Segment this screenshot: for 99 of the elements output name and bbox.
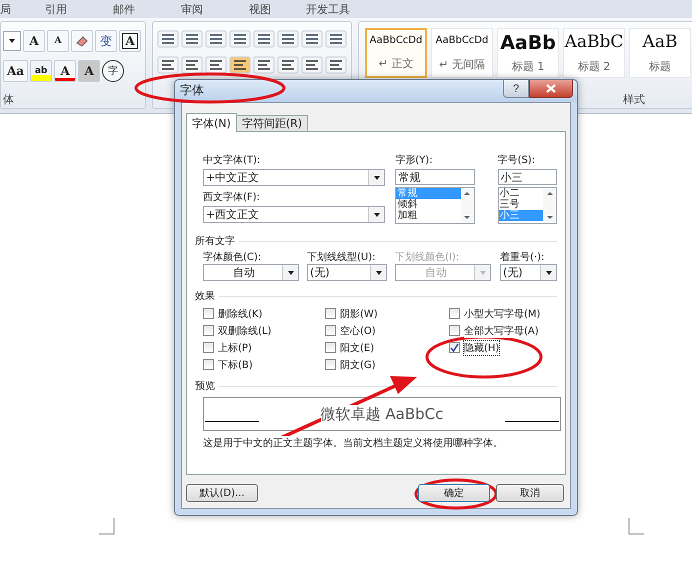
list-option[interactable]: 加粗 (396, 210, 461, 221)
field-label: 西文字体(F): (203, 191, 261, 204)
font-size-list[interactable]: 小二 三号 小三 (498, 187, 557, 224)
font-tool-button[interactable]: A (54, 60, 76, 82)
align-tool-icon[interactable] (229, 56, 251, 74)
checkbox-label: 双删除线(L) (218, 324, 272, 338)
field-label: 下划线线型(U): (307, 252, 376, 263)
field-label: 着重号(·): (500, 252, 544, 263)
dialog-button[interactable]: 默认(D)... (186, 484, 258, 502)
checkbox[interactable] (203, 342, 214, 353)
font-tool-button[interactable]: 变 (95, 30, 117, 52)
section-heading: 预览 (195, 380, 215, 393)
chinese-font-dropdown[interactable]: +中文正文 (203, 169, 386, 186)
font-style-list[interactable]: 常规 倾斜 加粗 (395, 187, 475, 224)
font-size-field[interactable] (3, 31, 21, 51)
field-label: 字形(Y): (395, 154, 434, 167)
checkbox[interactable] (203, 359, 214, 370)
dialog-tab[interactable]: 字体(N) (186, 113, 237, 132)
font-tool-button[interactable]: Aa (3, 60, 28, 82)
paragraph-tool-icon[interactable] (325, 30, 347, 48)
checkbox-label: 下标(B) (218, 358, 253, 372)
help-button[interactable]: ? (503, 80, 529, 98)
checkbox-label: 删除线(K) (218, 306, 262, 320)
section-heading: 效果 (195, 290, 215, 303)
style-gallery-item[interactable]: AaBbCcDd ↵ 正文 (365, 28, 427, 78)
western-font-dropdown[interactable]: +西文正文 (203, 206, 386, 223)
ribbon-tab[interactable]: 局 (0, 2, 22, 16)
section-heading: 所有文字 (195, 234, 235, 248)
font-tool-button[interactable]: A (23, 30, 45, 52)
field-label: 字号(S): (498, 154, 536, 167)
align-tool-icon[interactable] (325, 56, 347, 74)
dialog-title: 字体 (180, 82, 204, 99)
font-tool-button[interactable]: ab (30, 60, 52, 82)
checkbox[interactable] (203, 325, 214, 336)
ribbon-tab[interactable]: 审阅 (158, 2, 226, 16)
eraser-icon (75, 35, 89, 47)
checkbox[interactable] (325, 308, 336, 319)
align-tool-icon[interactable] (181, 56, 203, 74)
align-tool-icon[interactable] (157, 56, 179, 74)
field-label: 下划线颜色(I): (395, 252, 460, 263)
checkbox-label: 阴文(G) (340, 358, 376, 372)
font-tool-button[interactable]: A (78, 60, 100, 82)
style-gallery-item[interactable]: AaBb 标题 1 (497, 28, 559, 78)
dialog-button[interactable]: 取消 (496, 484, 564, 502)
paragraph-tool-icon[interactable] (301, 30, 323, 48)
checkbox-label: 阳文(E) (340, 340, 374, 354)
checkbox-label: 上标(P) (218, 340, 252, 354)
checkbox[interactable] (325, 342, 336, 353)
paragraph-tool-icon[interactable] (277, 30, 299, 48)
checkbox[interactable] (449, 325, 460, 336)
font-tool-button[interactable]: 字 (102, 60, 124, 82)
group-label: 体 (3, 92, 14, 107)
align-tool-icon[interactable] (301, 56, 323, 74)
option-dropdown[interactable]: (无) (500, 264, 557, 281)
list-option[interactable]: 三号 (498, 199, 543, 210)
checkbox-label: 全部大写字母(A) (464, 324, 539, 338)
style-gallery-item[interactable]: AaB 标题 (629, 28, 691, 78)
font-tool-button[interactable]: A (47, 30, 69, 52)
font-size-field[interactable]: 小三 (498, 169, 557, 185)
preview-sample: 微软卓越 AaBbCc (320, 404, 444, 424)
font-style-field[interactable]: 常规 (395, 169, 475, 185)
style-gallery-item[interactable]: AaBbCcDd ↵ 无间隔 (431, 28, 493, 78)
checkbox-label: 阴影(W) (340, 306, 378, 320)
align-tool-icon[interactable] (277, 56, 299, 74)
checkbox[interactable] (325, 325, 336, 336)
close-button[interactable] (529, 80, 573, 98)
style-gallery-item[interactable]: AaBbC 标题 2 (563, 28, 625, 78)
field-label: 字体颜色(C): (203, 252, 262, 263)
list-option[interactable]: 小二 (498, 188, 543, 199)
paragraph-tool-icon[interactable] (229, 30, 251, 48)
font-tool-button[interactable]: A (119, 30, 141, 52)
group-label: 样式 (623, 92, 645, 107)
list-option[interactable]: 倾斜 (396, 199, 461, 210)
checkbox[interactable] (449, 308, 460, 319)
option-dropdown[interactable]: 自动 (203, 264, 299, 281)
paragraph-tool-icon[interactable] (205, 30, 227, 48)
checkbox[interactable] (325, 359, 336, 370)
checkbox-label: 小型大写字母(M) (464, 306, 540, 320)
scrollbar[interactable] (460, 188, 474, 223)
ribbon-tab[interactable]: 引用 (22, 2, 90, 16)
checkbox[interactable] (203, 308, 214, 319)
field-label: 中文字体(T): (203, 154, 262, 167)
dialog-tab[interactable]: 字符间距(R) (236, 115, 308, 131)
checkbox[interactable] (449, 342, 460, 353)
align-tool-icon[interactable] (205, 56, 227, 74)
align-tool-icon[interactable] (253, 56, 275, 74)
ribbon-tab[interactable]: 邮件 (90, 2, 158, 16)
dialog-button[interactable]: 确定 (418, 484, 490, 502)
scrollbar[interactable] (543, 188, 556, 223)
close-icon (546, 84, 556, 93)
ribbon-tab[interactable]: 开发工具 (294, 2, 362, 16)
paragraph-tool-icon[interactable] (157, 30, 179, 48)
option-dropdown[interactable]: (无) (307, 264, 387, 281)
ribbon-tab[interactable]: 视图 (226, 2, 294, 16)
font-tool-button[interactable] (71, 30, 93, 52)
checkbox-label: 空心(O) (340, 324, 376, 338)
checkbox-label: 隐藏(H) (464, 340, 500, 354)
paragraph-tool-icon[interactable] (253, 30, 275, 48)
paragraph-tool-icon[interactable] (181, 30, 203, 48)
